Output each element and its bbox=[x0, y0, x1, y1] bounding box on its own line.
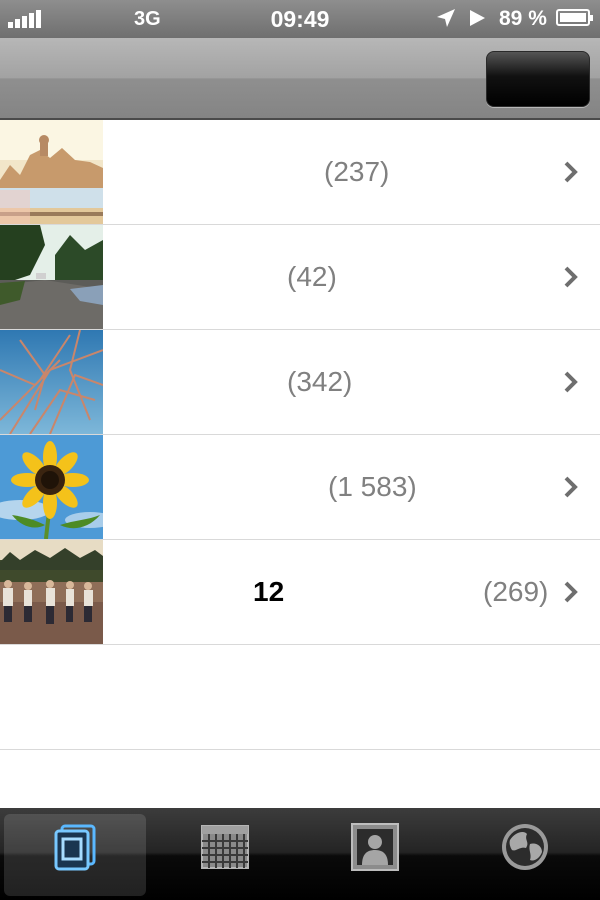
album-title: 12 bbox=[253, 576, 285, 607]
album-count: (42) bbox=[287, 261, 337, 292]
battery-percent: 89 % bbox=[499, 7, 547, 30]
album-row[interactable]: (42) bbox=[0, 225, 600, 330]
tab-events[interactable] bbox=[154, 814, 296, 896]
album-list: (237) (42) (342) (1 583) 12 (269) bbox=[0, 120, 600, 750]
album-row[interactable]: 12 (269) bbox=[0, 540, 600, 645]
location-icon bbox=[437, 9, 455, 27]
navigation-bar bbox=[0, 38, 600, 120]
album-thumbnail bbox=[0, 330, 103, 434]
tab-bar bbox=[0, 808, 600, 900]
globe-icon bbox=[502, 824, 548, 870]
chevron-right-icon bbox=[564, 581, 578, 603]
battery-icon bbox=[556, 9, 593, 26]
album-row[interactable]: (1 583) bbox=[0, 435, 600, 540]
person-icon bbox=[351, 823, 399, 871]
album-thumbnail bbox=[0, 225, 103, 329]
album-thumbnail bbox=[0, 120, 103, 224]
tab-places[interactable] bbox=[454, 814, 596, 896]
chevron-right-icon bbox=[564, 161, 578, 183]
album-count: (1 583) bbox=[328, 471, 417, 502]
tab-faces[interactable] bbox=[304, 814, 446, 896]
play-icon bbox=[470, 10, 485, 26]
chevron-right-icon bbox=[564, 266, 578, 288]
status-bar: 3G 09:49 89 % bbox=[0, 0, 600, 38]
album-count: (237) bbox=[324, 156, 390, 187]
album-thumbnail bbox=[0, 435, 103, 539]
nav-right-button[interactable] bbox=[486, 51, 590, 107]
photo-stack-icon bbox=[54, 824, 96, 871]
tab-albums[interactable] bbox=[4, 814, 146, 896]
album-count: (269) bbox=[483, 576, 549, 607]
chevron-right-icon bbox=[564, 476, 578, 498]
album-row[interactable]: (342) bbox=[0, 330, 600, 435]
calendar-grid-icon bbox=[201, 825, 249, 869]
chevron-right-icon bbox=[564, 371, 578, 393]
album-thumbnail bbox=[0, 540, 103, 644]
empty-row bbox=[0, 645, 600, 750]
album-count: (342) bbox=[287, 366, 353, 397]
album-row[interactable]: (237) bbox=[0, 120, 600, 225]
